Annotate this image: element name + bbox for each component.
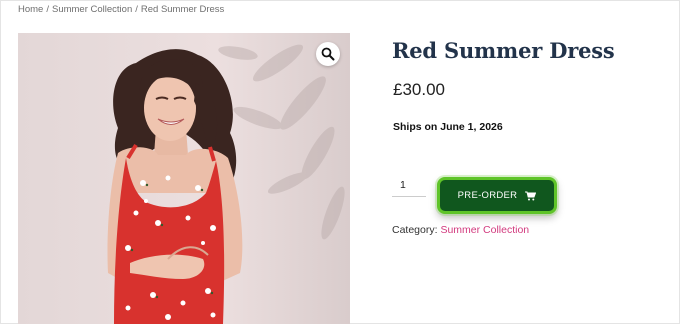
- breadcrumb-separator: /: [46, 4, 49, 15]
- category-label: Category:: [392, 224, 438, 236]
- product-title: Red Summer Dress: [392, 38, 615, 63]
- category-link[interactable]: Summer Collection: [440, 224, 529, 236]
- product-image[interactable]: [18, 33, 350, 324]
- quantity-input[interactable]: [392, 173, 426, 197]
- breadcrumb-separator: /: [135, 4, 138, 15]
- magnifier-icon: [321, 47, 335, 61]
- cart-icon: [525, 191, 537, 200]
- preorder-button[interactable]: PRE-ORDER: [437, 177, 557, 214]
- breadcrumb-summer-collection[interactable]: Summer Collection: [52, 4, 132, 15]
- preorder-label: PRE-ORDER: [457, 190, 518, 201]
- shipping-note: Ships on June 1, 2026: [393, 121, 503, 133]
- breadcrumb: Home / Summer Collection / Red Summer Dress: [18, 4, 224, 15]
- product-category: Category: Summer Collection: [392, 224, 529, 236]
- breadcrumb-current: Red Summer Dress: [140, 4, 225, 15]
- product-price: £30.00: [393, 80, 445, 99]
- breadcrumb-home[interactable]: Home: [18, 4, 43, 15]
- zoom-button[interactable]: [316, 42, 340, 66]
